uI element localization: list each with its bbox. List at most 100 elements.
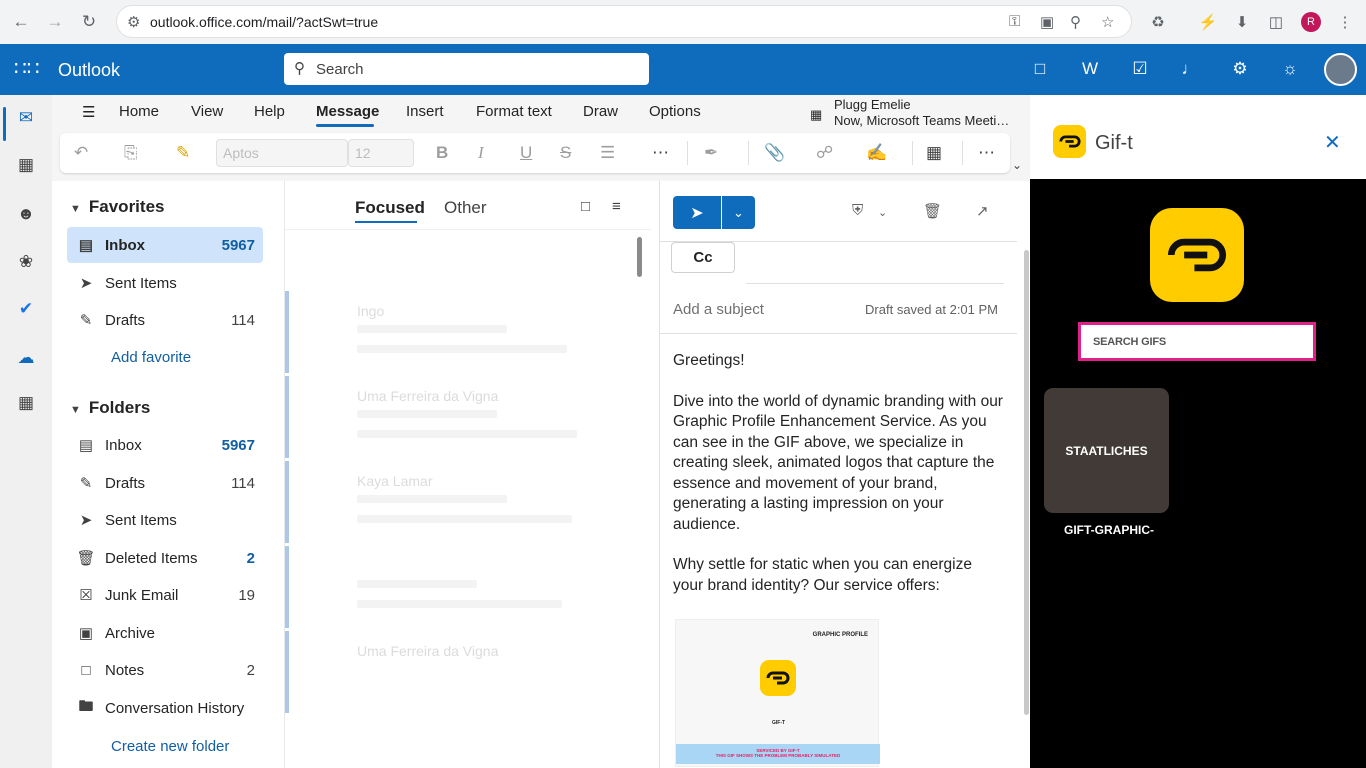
onedrive-icon[interactable]: ☁ [13, 345, 39, 371]
favorites-header[interactable]: ▼ Favorites [70, 197, 164, 217]
more-format-icon[interactable]: ⋯ [652, 141, 669, 165]
tab-other[interactable]: Other [444, 198, 487, 218]
italic-button[interactable]: I [478, 141, 484, 165]
select-mode-icon[interactable]: □ [581, 198, 590, 215]
tab-view[interactable]: View [191, 103, 223, 120]
strikethrough-button[interactable]: S [560, 141, 571, 165]
tab-insert[interactable]: Insert [406, 103, 444, 120]
favorite-drafts[interactable]: ✎ Drafts 114 [67, 302, 263, 338]
overflow-menu-icon[interactable]: ⋯ [978, 141, 995, 165]
side-panel-icon[interactable]: ◫ [1262, 8, 1290, 36]
mail-icon[interactable]: ✉ [13, 105, 39, 131]
list-item[interactable]: Uma Ferreira da Vigna [285, 376, 629, 458]
search-input[interactable]: ⚲ Search [284, 53, 649, 85]
paste-icon[interactable]: ⎘ [124, 141, 138, 165]
folder-sent-items[interactable]: ➤ Sent Items [67, 502, 263, 538]
format-painter-icon[interactable]: ✎ [176, 141, 190, 165]
app-launcher-icon[interactable]: ∷∷ [14, 58, 39, 80]
list-item[interactable]: Ingo [285, 291, 629, 373]
site-info-icon[interactable]: ⚙ [127, 13, 140, 31]
underline-button[interactable]: U [520, 141, 532, 165]
user-avatar[interactable] [1324, 53, 1357, 86]
folder-inbox[interactable]: ▤ Inbox 5967 [67, 427, 263, 463]
send-options-button[interactable]: ⌄ [722, 196, 755, 229]
todo-icon[interactable]: ✔ [13, 296, 39, 322]
download-icon[interactable]: ⬇ [1228, 8, 1256, 36]
folder-conversation-history[interactable]: 🖿 Conversation History [67, 690, 263, 726]
folder-notes[interactable]: □ Notes 2 [67, 652, 263, 688]
list-item[interactable] [285, 546, 629, 628]
list-item[interactable]: Kaya Lamar [285, 461, 629, 543]
gif-search-input[interactable]: SEARCH GIFS [1078, 322, 1316, 361]
gif-tile[interactable]: STAATLICHES [1044, 388, 1169, 513]
my-day-icon[interactable]: ☑ [1128, 57, 1152, 81]
notifications-icon[interactable]: ♩ [1178, 57, 1202, 81]
browser-menu-icon[interactable]: ⋮ [1331, 8, 1359, 36]
tab-home[interactable]: Home [119, 103, 159, 120]
profile-button[interactable]: R [1297, 8, 1325, 36]
forward-button[interactable]: → [38, 5, 72, 39]
word-icon[interactable]: W [1078, 57, 1102, 81]
send-button[interactable]: ➤ [673, 196, 721, 229]
groups-icon[interactable]: ❀ [13, 249, 39, 275]
address-bar[interactable]: ⚙ outlook.office.com/mail/?actSwt=true ⚿… [116, 5, 1132, 38]
calendar-icon[interactable]: ▦ [13, 152, 39, 178]
chevron-down-icon[interactable]: ⌄ [878, 206, 887, 219]
folder-archive[interactable]: ▣ Archive [67, 615, 263, 651]
back-button[interactable]: ← [4, 5, 38, 39]
favorite-sent-items[interactable]: ➤ Sent Items [67, 265, 263, 301]
ribbon-expand-icon[interactable]: ⌄ [1012, 153, 1022, 177]
more-apps-icon[interactable]: ▦ [13, 390, 39, 416]
tips-lightbulb-icon[interactable]: ☼ [1278, 57, 1302, 81]
font-name-select[interactable]: Aptos [216, 139, 348, 167]
key-icon[interactable]: ⚿ [1009, 13, 1020, 30]
link-icon[interactable]: ☍ [816, 141, 833, 165]
bold-button[interactable]: B [436, 141, 448, 165]
list-item[interactable]: Uma Ferreira da Vigna [285, 631, 629, 713]
folder-junk-email[interactable]: ☒ Junk Email 19 [67, 577, 263, 613]
tab-format-text[interactable]: Format text [476, 103, 552, 120]
discard-trash-icon[interactable]: 🗑 [923, 202, 942, 220]
add-favorite-link[interactable]: Add favorite [111, 349, 191, 366]
folder-deleted-items[interactable]: 🗑 Deleted Items 2 [67, 540, 263, 576]
close-icon[interactable]: ✕ [1324, 130, 1341, 155]
rail-selection-indicator [3, 107, 6, 141]
list-scrollbar[interactable] [637, 237, 642, 277]
tab-message[interactable]: Message [316, 103, 379, 120]
tab-draw[interactable]: Draw [583, 103, 618, 120]
attach-icon[interactable]: 📎 [764, 141, 785, 165]
people-icon[interactable]: ☻ [13, 201, 39, 227]
preview-line [357, 600, 562, 608]
favorite-inbox[interactable]: ▤ Inbox 5967 [67, 227, 263, 263]
extensions-icon[interactable]: ♻ [1144, 8, 1172, 36]
install-app-icon[interactable]: ▣ [1040, 13, 1054, 31]
tab-help[interactable]: Help [254, 103, 285, 120]
filter-icon[interactable]: ≡ [612, 198, 621, 215]
folder-drafts[interactable]: ✎ Drafts 114 [67, 465, 263, 501]
create-folder-link[interactable]: Create new folder [111, 738, 229, 755]
hamburger-menu-icon[interactable]: ☰ [82, 103, 95, 121]
bookmark-star-icon[interactable]: ☆ [1101, 13, 1114, 31]
sensitivity-icon[interactable]: ⛨ [852, 202, 863, 219]
cc-button[interactable]: Cc [671, 242, 735, 273]
apps-icon[interactable]: ▦ [926, 141, 942, 165]
zoom-icon[interactable]: ⚲ [1070, 13, 1081, 31]
undo-icon[interactable]: ↶ [74, 141, 88, 165]
styles-icon[interactable]: ✒ [704, 141, 718, 165]
tab-options[interactable]: Options [649, 103, 701, 120]
meeting-reminder[interactable]: ▦ Plugg Emelie Now, Microsoft Teams Meet… [810, 97, 1009, 129]
line-spacing-icon[interactable]: ☰ [600, 141, 615, 165]
font-size-select[interactable]: 12 [348, 139, 414, 167]
performance-icon[interactable]: ⚡ [1194, 8, 1222, 36]
meet-now-icon[interactable]: □ [1028, 57, 1052, 81]
settings-gear-icon[interactable]: ⚙ [1228, 57, 1252, 81]
signature-icon[interactable]: ✍ [866, 141, 887, 165]
pop-out-icon[interactable]: ↗ [976, 202, 989, 220]
compose-scrollbar[interactable] [1024, 250, 1029, 715]
folders-header[interactable]: ▼ Folders [70, 398, 150, 418]
reload-button[interactable]: ↻ [72, 5, 106, 39]
subject-input[interactable]: Add a subject [673, 301, 764, 318]
tab-focused[interactable]: Focused [355, 198, 425, 218]
embedded-gif-image[interactable]: GRAPHIC PROFILE GIF-T SERVICED BY GIF-T … [675, 619, 880, 767]
message-body[interactable]: Greetings! Dive into the world of dynami… [673, 351, 1003, 616]
